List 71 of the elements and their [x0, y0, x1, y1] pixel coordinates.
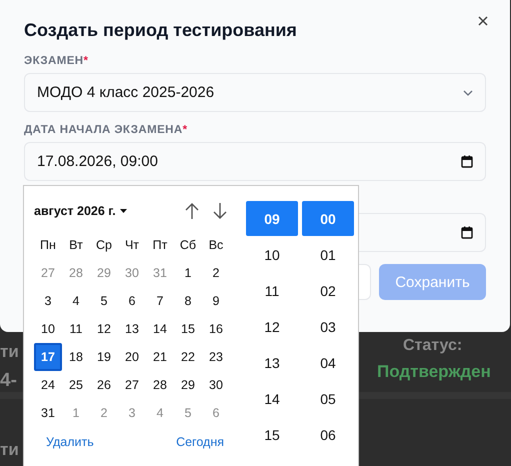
minute-option[interactable]: 04 — [302, 345, 354, 380]
weekday-label: Вс — [208, 237, 224, 254]
day-cell[interactable]: 15 — [174, 315, 202, 343]
hour-option[interactable]: 10 — [246, 237, 298, 272]
field-label: ЭКЗАМЕН* — [24, 55, 90, 67]
field-label: ДАТА НАЧАЛА ЭКЗАМЕНА* — [24, 124, 188, 136]
day-cell[interactable]: 31 — [34, 399, 62, 427]
minute-option[interactable]: 03 — [302, 309, 354, 344]
minute-option[interactable]: 06 — [302, 417, 354, 452]
minute-option[interactable]: 05 — [302, 381, 354, 416]
hour-option[interactable]: 14 — [246, 381, 298, 416]
day-cell[interactable]: 10 — [34, 315, 62, 343]
weekday-label: Сб — [178, 237, 198, 254]
weekday-label: Пт — [152, 237, 168, 254]
month-select[interactable]: август 2026 г. — [34, 204, 127, 218]
day-cell[interactable]: 22 — [174, 343, 202, 371]
date-field[interactable]: 17.08.2026, 09:00 — [24, 142, 486, 181]
background-text: ти — [0, 343, 19, 362]
exam-select[interactable]: МОДО 4 класс 2025-2026 — [24, 73, 486, 112]
day-cell[interactable]: 19 — [90, 343, 118, 371]
hour-option[interactable]: 09 — [246, 201, 298, 236]
day-cell[interactable]: 16 — [202, 315, 230, 343]
close-icon[interactable] — [476, 14, 490, 28]
dialog-title: Создать период тестирования — [24, 20, 297, 41]
day-cell[interactable]: 7 — [146, 287, 174, 315]
day-cell[interactable]: 1 — [174, 259, 202, 287]
day-cell[interactable]: 28 — [146, 371, 174, 399]
arrow-down-icon[interactable] — [212, 202, 228, 220]
day-cell[interactable]: 3 — [34, 287, 62, 315]
weekday-label: Чт — [124, 237, 140, 254]
status-value: Подтвержден — [377, 363, 491, 382]
background-text: 4- — [0, 371, 17, 392]
minute-option[interactable]: 01 — [302, 237, 354, 272]
chevron-down-icon — [463, 90, 473, 96]
day-cell[interactable]: 20 — [118, 343, 146, 371]
minute-option[interactable]: 00 — [302, 201, 354, 236]
weekday-label: Вт — [68, 237, 84, 254]
weekday-label: Пн — [39, 237, 57, 254]
day-cell[interactable]: 4 — [62, 287, 90, 315]
day-cell[interactable]: 14 — [146, 315, 174, 343]
hour-option[interactable]: 11 — [246, 273, 298, 308]
today-link[interactable]: Сегодня — [176, 435, 224, 449]
day-cell[interactable]: 27 — [118, 371, 146, 399]
day-cell[interactable]: 21 — [146, 343, 174, 371]
arrow-up-icon[interactable] — [184, 202, 200, 220]
day-cell[interactable]: 17 — [34, 343, 62, 371]
day-cell[interactable]: 30 — [202, 371, 230, 399]
calendar-icon[interactable] — [461, 155, 473, 168]
day-cell[interactable]: 11 — [62, 315, 90, 343]
day-cell[interactable]: 5 — [90, 287, 118, 315]
hour-option[interactable]: 15 — [246, 417, 298, 452]
minute-option[interactable]: 02 — [302, 273, 354, 308]
day-cell[interactable]: 25 — [62, 371, 90, 399]
day-cell[interactable]: 18 — [62, 343, 90, 371]
weekday-label: Ср — [95, 237, 113, 254]
hour-option[interactable]: 12 — [246, 309, 298, 344]
day-cell[interactable]: 9 — [202, 287, 230, 315]
status-label: Статус: — [403, 337, 462, 355]
background-text: ти — [0, 441, 19, 460]
day-cell[interactable]: 24 — [34, 371, 62, 399]
day-cell[interactable]: 23 — [202, 343, 230, 371]
day-cell[interactable]: 26 — [90, 371, 118, 399]
day-cell[interactable]: 13 — [118, 315, 146, 343]
calendar-icon[interactable] — [461, 226, 473, 239]
day-cell[interactable]: 8 — [174, 287, 202, 315]
day-cell[interactable]: 29 — [174, 371, 202, 399]
day-cell[interactable]: 12 — [90, 315, 118, 343]
day-cell[interactable]: 6 — [118, 287, 146, 315]
day-cell[interactable]: 2 — [202, 259, 230, 287]
hour-option[interactable]: 13 — [246, 345, 298, 380]
clear-link[interactable]: Удалить — [46, 435, 94, 449]
